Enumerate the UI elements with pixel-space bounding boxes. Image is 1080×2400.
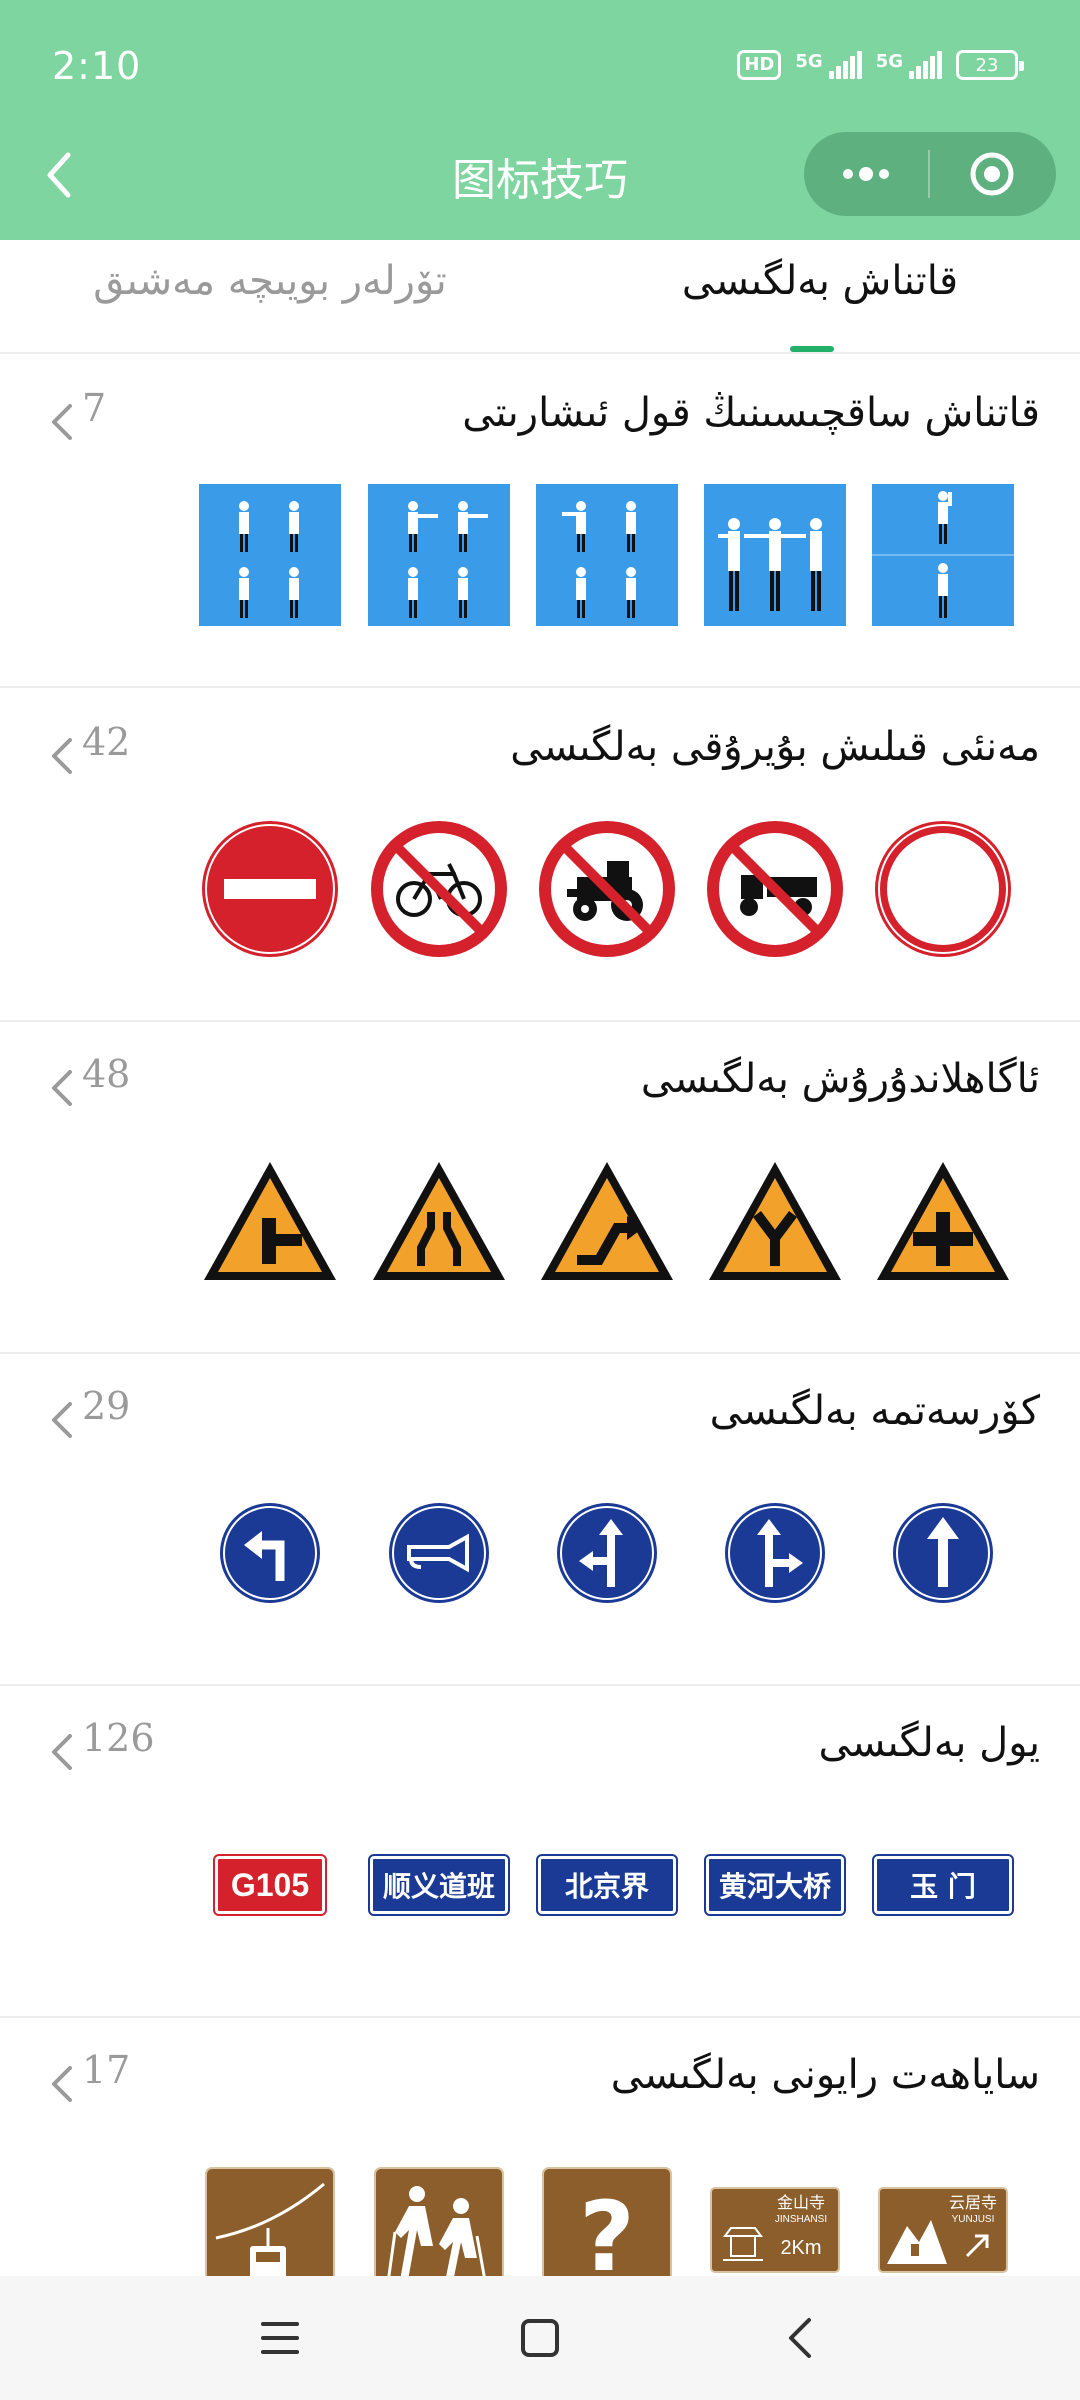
section-warning-signs[interactable]: ئاگاھلاندۇرۇش بەلگىسى 48 bbox=[0, 1022, 1080, 1354]
status-time: 2:10 bbox=[52, 44, 142, 88]
yunju-temple-sign[interactable]: 云居寺 YUNJUSI bbox=[868, 2186, 1018, 2276]
section-title: مەنئى قىلىش بۇيرۇقى بەلگىسى bbox=[510, 724, 1040, 770]
road-sign-huanghe[interactable]: 黄河大桥 bbox=[700, 1810, 850, 1960]
jinshan-temple-sign[interactable]: 金山寺 JINSHANSI 2Km bbox=[700, 2186, 850, 2276]
section-title: يول بەلگىسى bbox=[818, 1720, 1040, 1766]
question-mark-icon[interactable]: ? bbox=[532, 2166, 682, 2276]
tab-network-practice[interactable]: تۆرلەر بويىچە مەشىق bbox=[60, 258, 480, 318]
mini-program-capsule bbox=[804, 132, 1056, 216]
system-back-button[interactable] bbox=[770, 2308, 830, 2368]
tab-traffic-signs[interactable]: قاتناش بەلگىسى bbox=[620, 258, 1020, 318]
police-gesture-icon[interactable] bbox=[700, 480, 850, 630]
road-sign-shunyi[interactable]: 顺义道班 bbox=[364, 1810, 514, 1960]
no-vehicles-icon[interactable] bbox=[868, 814, 1018, 964]
police-gesture-icon[interactable] bbox=[195, 480, 345, 630]
section-road-signs[interactable]: يول بەلگىسى 126 G105 顺义道班 北京界 黄河大桥 玉 门 bbox=[0, 1686, 1080, 2018]
turn-left-icon[interactable] bbox=[195, 1478, 345, 1628]
road-narrows-warning-icon[interactable] bbox=[364, 1146, 514, 1296]
svg-text:JINSHANSI: JINSHANSI bbox=[775, 2214, 827, 2225]
menu-icon bbox=[261, 2322, 299, 2354]
battery-icon: 23 bbox=[956, 50, 1024, 80]
hd-badge: HD bbox=[737, 50, 782, 80]
icon-row: ? 金山寺 JINSHANSI 2Km 云居寺 YUNJUSI bbox=[0, 2166, 1080, 2276]
hiking-icon[interactable] bbox=[364, 2166, 514, 2276]
crossroads-warning-icon[interactable] bbox=[868, 1146, 1018, 1296]
app-header: 2:10 HD 5G 5G 23 图标技巧 bbox=[0, 0, 1080, 240]
straight-ahead-icon[interactable] bbox=[868, 1478, 1018, 1628]
road-sign-yumen[interactable]: 玉 门 bbox=[868, 1810, 1018, 1960]
section-count: 126 bbox=[82, 1716, 155, 1760]
chevron-left-icon bbox=[52, 404, 72, 440]
svg-text:?: ? bbox=[579, 2181, 635, 2276]
section-tourist-signs[interactable]: سایاھەت رايونى بەلگىسى 17 ? 金山寺 JINSHANS… bbox=[0, 2018, 1080, 2276]
icon-row bbox=[0, 1146, 1080, 1296]
target-icon bbox=[970, 152, 1014, 196]
y-junction-warning-icon[interactable] bbox=[700, 1146, 850, 1296]
section-count: 42 bbox=[82, 720, 131, 764]
home-button[interactable] bbox=[510, 2308, 570, 2368]
section-title: قاتناش ساقچىسىنىڭ قول ئىشارىتى bbox=[462, 390, 1040, 436]
no-entry-icon[interactable] bbox=[195, 814, 345, 964]
more-button[interactable] bbox=[804, 132, 928, 216]
horn-icon[interactable] bbox=[364, 1478, 514, 1628]
close-program-button[interactable] bbox=[930, 132, 1054, 216]
section-count: 29 bbox=[82, 1384, 131, 1428]
signal-icon-1: 5G bbox=[795, 51, 862, 79]
no-bicycle-icon[interactable] bbox=[364, 814, 514, 964]
home-square-icon bbox=[521, 2319, 559, 2357]
icon-row bbox=[0, 480, 1080, 630]
back-arrow-icon bbox=[789, 2318, 811, 2358]
road-sign-beijing[interactable]: 北京界 bbox=[532, 1810, 682, 1960]
icon-row bbox=[0, 814, 1080, 964]
no-tricycle-icon[interactable] bbox=[700, 814, 850, 964]
section-instruction-signs[interactable]: كۆرسەتمە بەلگىسى 29 bbox=[0, 1354, 1080, 1686]
double-bend-warning-icon[interactable] bbox=[532, 1146, 682, 1296]
no-tractor-icon[interactable] bbox=[532, 814, 682, 964]
status-icons: HD 5G 5G 23 bbox=[737, 50, 1024, 80]
section-prohibition-signs[interactable]: مەنئى قىلىش بۇيرۇقى بەلگىسى 42 bbox=[0, 690, 1080, 1022]
chevron-left-icon bbox=[52, 1070, 72, 1106]
section-title: كۆرسەتمە بەلگىسى bbox=[709, 1388, 1040, 1434]
section-count: 17 bbox=[82, 2048, 131, 2092]
police-gesture-icon[interactable] bbox=[364, 480, 514, 630]
chevron-left-icon bbox=[52, 1734, 72, 1770]
straight-or-left-icon[interactable] bbox=[532, 1478, 682, 1628]
svg-text:YUNJUSI: YUNJUSI bbox=[952, 2214, 995, 2225]
more-dots-icon bbox=[843, 167, 889, 181]
chevron-left-icon bbox=[52, 738, 72, 774]
section-police-gestures[interactable]: قاتناش ساقچىسىنىڭ قول ئىشارىتى 7 bbox=[0, 356, 1080, 688]
tab-bar: تۆرلەر بويىچە مەشىق قاتناش بەلگىسى bbox=[0, 240, 1080, 354]
active-tab-indicator bbox=[790, 346, 834, 352]
police-gesture-icon[interactable] bbox=[868, 480, 1018, 630]
side-road-warning-icon[interactable] bbox=[195, 1146, 345, 1296]
chevron-left-icon bbox=[52, 2066, 72, 2102]
section-count: 48 bbox=[82, 1052, 131, 1096]
menu-button[interactable] bbox=[250, 2308, 310, 2368]
section-title: ئاگاھلاندۇرۇش بەلگىسى bbox=[640, 1056, 1040, 1102]
svg-text:金山寺: 金山寺 bbox=[777, 2193, 825, 2212]
straight-or-right-icon[interactable] bbox=[700, 1478, 850, 1628]
road-sign-g105[interactable]: G105 bbox=[195, 1810, 345, 1960]
system-navigation-bar bbox=[0, 2276, 1080, 2400]
svg-text:云居寺: 云居寺 bbox=[949, 2193, 997, 2212]
section-title: سایاھەت رايونى بەلگىسى bbox=[610, 2052, 1040, 2098]
police-gesture-icon[interactable] bbox=[532, 480, 682, 630]
section-count: 7 bbox=[82, 386, 107, 430]
signal-icon-2: 5G bbox=[876, 51, 942, 79]
icon-row bbox=[0, 1478, 1080, 1628]
icon-row: G105 顺义道班 北京界 黄河大桥 玉 门 bbox=[0, 1810, 1080, 1960]
chevron-left-icon bbox=[52, 1402, 72, 1438]
svg-text:2Km: 2Km bbox=[780, 2237, 821, 2259]
cable-car-icon[interactable] bbox=[195, 2166, 345, 2276]
